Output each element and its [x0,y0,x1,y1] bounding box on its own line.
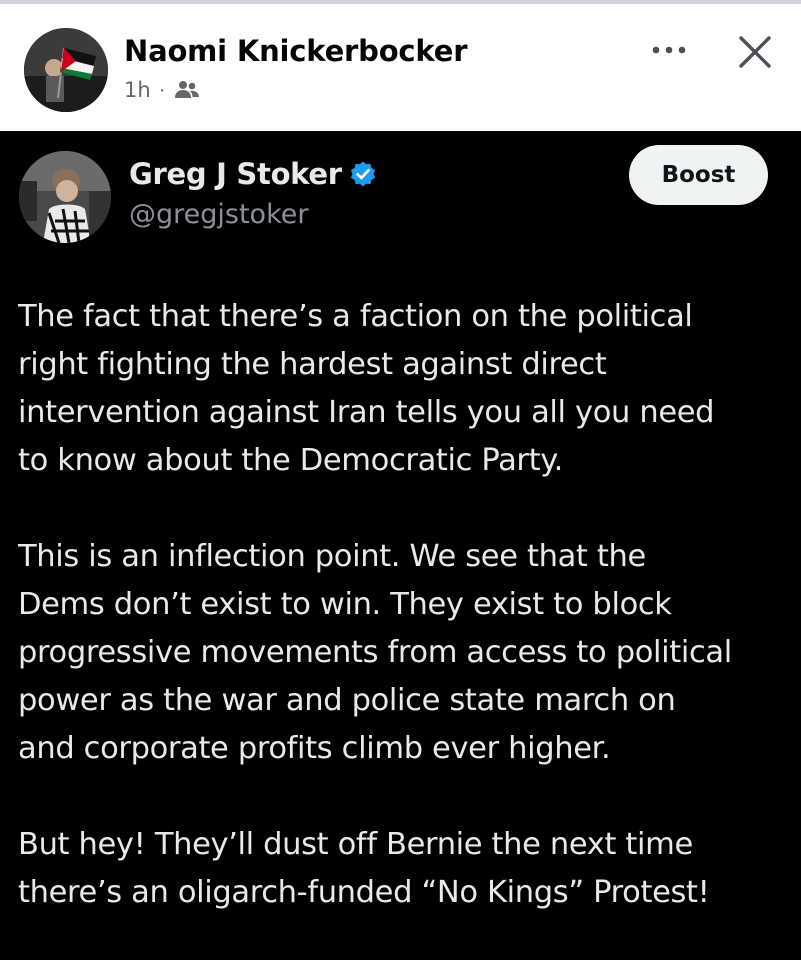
close-button[interactable] [731,28,781,78]
author-name[interactable]: Naomi Knickerbocker [124,34,467,68]
tweet-author-avatar [19,151,111,243]
post-time[interactable]: 1h [124,78,151,102]
more-dots-icon [652,46,686,54]
tweet-line: This is an inflection point. We see that… [18,539,646,574]
close-icon [739,36,771,68]
tweet-author-name: Greg J Stoker [129,157,342,191]
boost-button: Boost [629,145,768,205]
tweet-author-row: Greg J Stoker [129,157,377,191]
tweet-paragraph: The fact that there’s a faction on the p… [18,293,788,485]
tweet-paragraph: But hey! They’ll dust off Bernie the nex… [18,821,788,917]
more-options-button[interactable] [648,32,692,68]
meta-separator: · [158,78,166,101]
author-avatar[interactable] [24,28,108,112]
tweet-line: to know about the Democratic Party. [18,443,563,478]
tweet-line: But hey! They’ll dust off Bernie the nex… [18,827,693,862]
tweet-line: intervention against Iran tells you all … [18,395,715,430]
post-header: Naomi Knickerbocker 1h · [0,4,801,131]
verified-badge-icon [349,160,377,188]
friends-icon[interactable] [174,79,200,101]
tweet-line: The fact that there’s a faction on the p… [18,299,693,334]
tweet-line: Dems don’t exist to win. They exist to b… [18,587,672,622]
tweet-line: and corporate profits climb ever higher. [18,731,611,766]
tweet-paragraph: This is an inflection point. We see that… [18,533,788,773]
embedded-tweet-screenshot: Greg J Stoker @gregjstoker Boost The fac… [0,131,801,960]
tweet-line: power as the war and police state march … [18,683,676,718]
post-meta: 1h · [124,78,200,102]
tweet-line: there’s an oligarch-funded “No Kings” Pr… [18,875,710,910]
tweet-line: progressive movements from access to pol… [18,635,732,670]
tweet-text: The fact that there’s a faction on the p… [18,293,788,965]
tweet-author-handle: @gregjstoker [129,199,309,230]
tweet-line: right fighting the hardest against direc… [18,347,607,382]
